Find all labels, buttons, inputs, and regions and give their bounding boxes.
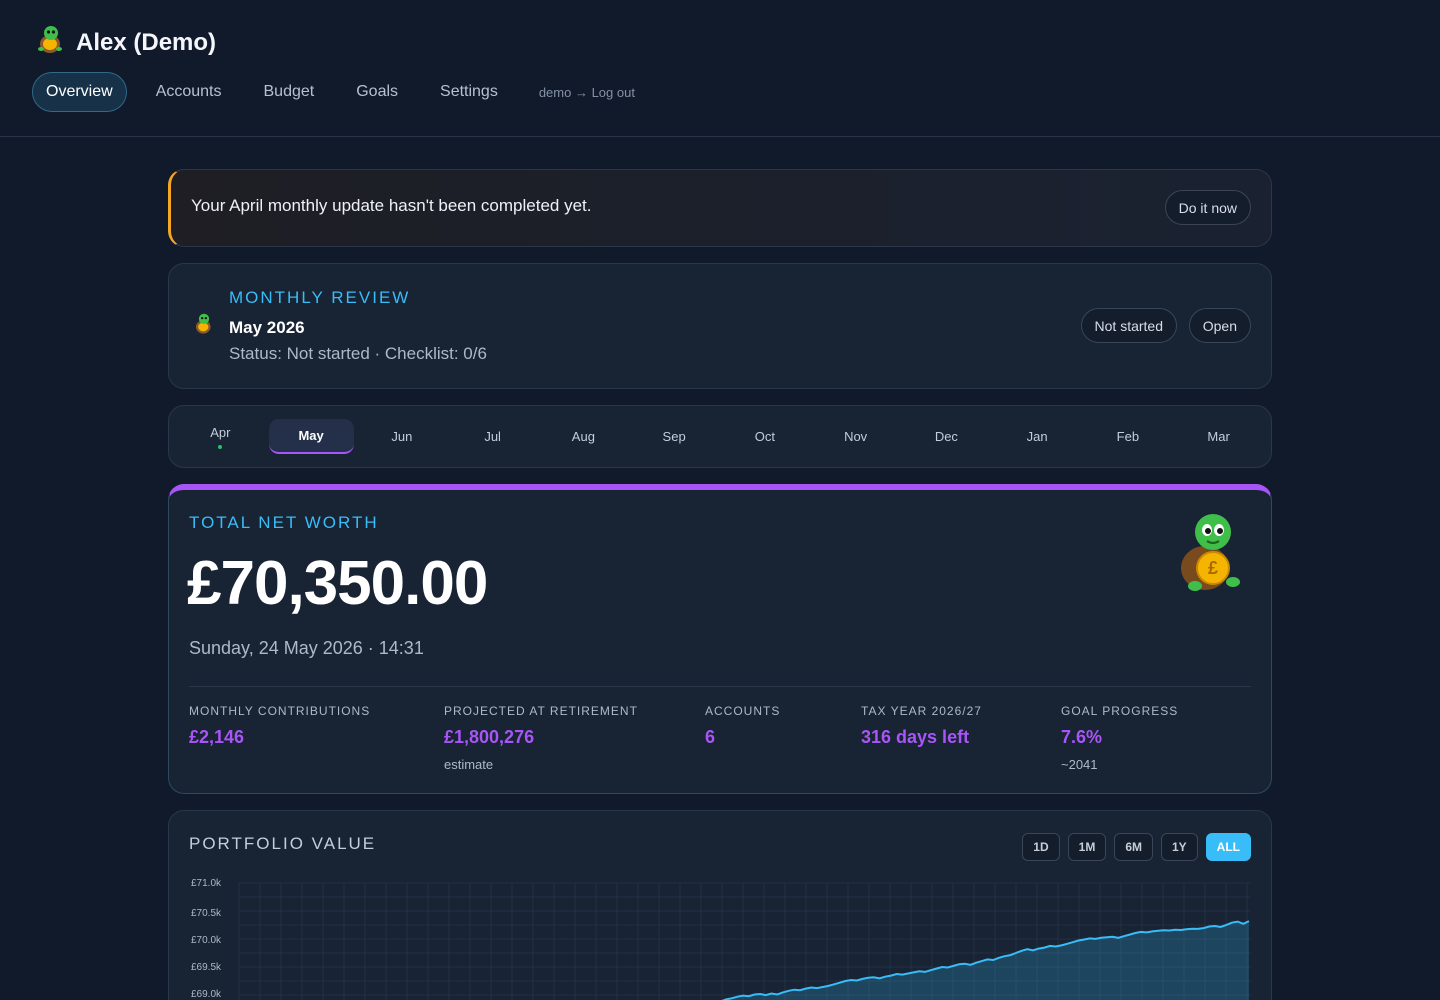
net-worth-date: Sunday, 24 May 2026 · 14:31	[189, 638, 424, 658]
portfolio-label: PORTFOLIO VALUE	[189, 834, 377, 853]
month-selector: Apr May Jun Jul Aug Sep Oct Nov Dec Jan …	[168, 405, 1272, 468]
nav-settings[interactable]: Settings	[427, 72, 511, 112]
net-worth-card: TOTAL NET WORTH £70,350.00 Sunday, 24 Ma…	[168, 484, 1272, 794]
portfolio-card: PORTFOLIO VALUE 1D 1M 6M 1Y ALL £71.0k £7…	[168, 810, 1272, 1000]
open-review-button[interactable]: Open	[1188, 308, 1251, 343]
stat-label: TAX YEAR 2026/27	[861, 704, 982, 718]
svg-text:£: £	[1208, 558, 1218, 578]
stat-tax-year: TAX YEAR 2026/27 316 days left	[861, 704, 982, 748]
month-tab-jun[interactable]: Jun	[360, 419, 445, 454]
range-1m-button[interactable]: 1M	[1067, 833, 1107, 861]
turtle-icon	[36, 24, 66, 61]
nav-accounts[interactable]: Accounts	[143, 72, 235, 112]
month-tab-feb[interactable]: Feb	[1086, 419, 1171, 454]
month-tab-jan[interactable]: Jan	[995, 419, 1080, 454]
main-nav: Overview Accounts Budget Goals Settings …	[32, 72, 635, 112]
month-label: Apr	[210, 424, 231, 440]
stat-label: ACCOUNTS	[705, 704, 781, 718]
stat-sub: ~2041	[1061, 757, 1098, 772]
month-tab-nov[interactable]: Nov	[813, 419, 898, 454]
portfolio-chart: £71.0k £70.5k £70.0k £69.5k £69.0k	[191, 878, 1251, 1000]
month-tab-jul[interactable]: Jul	[450, 419, 535, 454]
y-tick-label: £70.0k	[191, 935, 222, 946]
stat-goal-progress: GOAL PROGRESS 7.6% ~2041	[1061, 704, 1178, 772]
y-tick-label: £69.0k	[191, 989, 222, 1000]
chart-area-fill	[724, 921, 1249, 1000]
stat-accounts: ACCOUNTS 6	[705, 704, 780, 748]
y-tick-label: £71.0k	[191, 878, 222, 889]
range-selector: 1D 1M 6M 1Y ALL	[1014, 833, 1251, 861]
stat-value: 6	[705, 727, 716, 747]
top-header: Alex (Demo) Overview Accounts Budget Goa…	[0, 0, 1440, 137]
stat-projected-retirement: PROJECTED AT RETIREMENT £1,800,276 estim…	[444, 704, 638, 772]
net-worth-value: £70,350.00	[187, 549, 488, 618]
stat-label: GOAL PROGRESS	[1061, 704, 1179, 718]
y-tick-label: £70.5k	[191, 908, 222, 919]
review-label: MONTHLY REVIEW	[229, 288, 411, 307]
brand-title: Alex (Demo)	[76, 28, 217, 56]
chart-y-ticks: £71.0k £70.5k £70.0k £69.5k £69.0k	[191, 878, 222, 1000]
logout-link[interactable]: demo → Log out	[539, 85, 635, 100]
nav-goals[interactable]: Goals	[343, 72, 411, 112]
stat-value: £1,800,276	[444, 727, 535, 747]
stat-sub: estimate	[444, 757, 494, 772]
turtle-icon	[193, 312, 215, 341]
stat-value: 7.6%	[1061, 727, 1103, 747]
month-tab-apr[interactable]: Apr	[178, 419, 263, 454]
month-tab-dec[interactable]: Dec	[904, 419, 989, 454]
range-1d-button[interactable]: 1D	[1022, 833, 1060, 861]
main-content: Your April monthly update hasn't been co…	[168, 169, 1272, 1000]
range-all-button[interactable]: ALL	[1205, 833, 1251, 861]
stat-label: MONTHLY CONTRIBUTIONS	[189, 704, 371, 718]
review-status-line: Status: Not started · Checklist: 0/6	[229, 344, 487, 363]
net-worth-label: TOTAL NET WORTH	[189, 513, 379, 532]
stat-label: PROJECTED AT RETIREMENT	[444, 704, 638, 718]
brand[interactable]: Alex (Demo)	[36, 24, 216, 61]
stat-monthly-contributions: MONTHLY CONTRIBUTIONS £2,146	[189, 704, 370, 748]
update-alert: Your April monthly update hasn't been co…	[168, 169, 1272, 247]
month-tab-oct[interactable]: Oct	[723, 419, 808, 454]
status-dot	[218, 444, 223, 449]
y-tick-label: £69.5k	[191, 962, 222, 973]
month-tab-may[interactable]: May	[268, 419, 354, 454]
review-month: May 2026	[229, 318, 305, 337]
alert-text: Your April monthly update hasn't been co…	[191, 196, 592, 215]
monthly-review-card: MONTHLY REVIEW May 2026 Status: Not star…	[168, 263, 1272, 389]
nav-overview[interactable]: Overview	[32, 72, 127, 112]
divider	[189, 686, 1251, 687]
nav-budget[interactable]: Budget	[251, 72, 328, 112]
range-1y-button[interactable]: 1Y	[1160, 833, 1198, 861]
status-badge: Not started	[1080, 308, 1177, 343]
month-tab-mar[interactable]: Mar	[1176, 419, 1261, 454]
month-tab-sep[interactable]: Sep	[632, 419, 717, 454]
stat-value: 316 days left	[861, 727, 970, 747]
month-tab-aug[interactable]: Aug	[541, 419, 626, 454]
range-6m-button[interactable]: 6M	[1114, 833, 1153, 861]
do-it-now-button[interactable]: Do it now	[1164, 190, 1251, 225]
stat-value: £2,146	[189, 727, 245, 747]
turtle-mascot-icon: £	[1175, 510, 1247, 599]
